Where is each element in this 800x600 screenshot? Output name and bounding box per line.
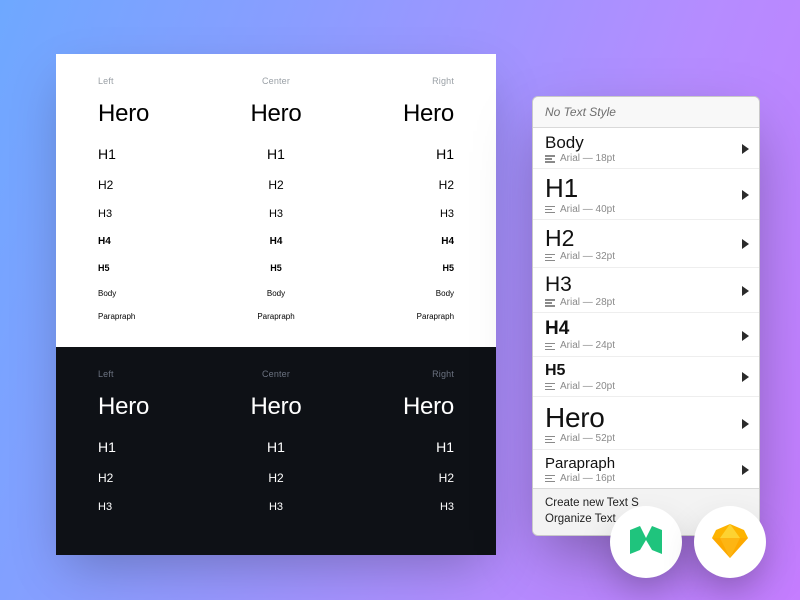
text-style-list: Body Arial — 18pt H1 Arial — 40pt H2 Arial — … (533, 128, 759, 489)
text-style-h4[interactable]: H4 Arial — 24pt (533, 313, 759, 356)
dark-section: Left Hero H1 H2 H3 Center Hero H1 H2 H3 … (56, 347, 496, 555)
sample-h2: H2 (98, 471, 113, 485)
chevron-right-icon (742, 144, 749, 154)
text-style-h2[interactable]: H2 Arial — 32pt (533, 220, 759, 268)
typography-artboard: Left Hero H1 H2 H3 H4 H5 Body Parapraph … (56, 54, 496, 555)
text-style-hero[interactable]: Hero Arial — 52pt (533, 397, 759, 450)
column-center: Center Hero H1 H2 H3 (217, 369, 336, 529)
sample-h3: H3 (269, 208, 283, 220)
column-right: Right Hero H1 H2 H3 (335, 369, 454, 529)
sample-h2: H2 (98, 178, 113, 192)
align-left-icon (545, 436, 555, 444)
sample-h5: H5 (270, 263, 282, 273)
sample-h1: H1 (267, 439, 285, 455)
text-style-panel: No Text Style Body Arial — 18pt H1 Arial — … (532, 96, 760, 536)
sample-body: Body (98, 289, 116, 298)
style-name: H3 (545, 274, 615, 296)
style-meta: Arial — 32pt (545, 252, 615, 263)
medium-icon (626, 520, 666, 565)
medium-badge[interactable] (610, 506, 682, 578)
align-left-icon (545, 206, 555, 214)
sample-hero: Hero (98, 100, 149, 128)
sample-h3: H3 (440, 208, 454, 220)
sample-h1: H1 (436, 439, 454, 455)
column-right: Right Hero H1 H2 H3 H4 H5 Body Parapraph (335, 76, 454, 321)
text-style-para[interactable]: Parapraph Arial — 16pt (533, 450, 759, 489)
style-name: H4 (545, 319, 615, 339)
column-center: Center Hero H1 H2 H3 H4 H5 Body Paraprap… (217, 76, 336, 321)
style-name: Hero (545, 403, 615, 432)
chevron-right-icon (742, 465, 749, 475)
column-label: Right (432, 369, 454, 379)
sample-hero: Hero (403, 100, 454, 128)
chevron-right-icon (742, 190, 749, 200)
chevron-right-icon (742, 331, 749, 341)
column-left: Left Hero H1 H2 H3 (98, 369, 217, 529)
column-label: Center (262, 369, 290, 379)
style-name: H2 (545, 226, 615, 250)
style-name: Parapraph (545, 456, 615, 472)
sample-h1: H1 (267, 146, 285, 162)
style-meta: Arial — 52pt (545, 434, 615, 445)
sample-hero: Hero (98, 393, 149, 421)
align-left-icon (545, 155, 555, 163)
style-name: H5 (545, 363, 615, 380)
sample-hero: Hero (250, 100, 301, 128)
sample-h4: H4 (441, 236, 454, 247)
sample-h2: H2 (439, 471, 454, 485)
sample-hero: Hero (403, 393, 454, 421)
text-style-h3[interactable]: H3 Arial — 28pt (533, 268, 759, 314)
style-name: H1 (545, 175, 615, 202)
align-left-icon (545, 475, 555, 483)
sample-h3: H3 (98, 501, 112, 513)
style-meta: Arial — 20pt (545, 382, 615, 393)
style-meta: Arial — 18pt (545, 154, 615, 165)
column-label: Right (432, 76, 454, 86)
text-style-h5[interactable]: H5 Arial — 20pt (533, 357, 759, 397)
column-label: Center (262, 76, 290, 86)
sample-h5: H5 (443, 263, 455, 273)
text-style-body[interactable]: Body Arial — 18pt (533, 128, 759, 169)
align-left-icon (545, 254, 555, 262)
sketch-icon (710, 520, 750, 565)
sample-h3: H3 (269, 501, 283, 513)
sample-paragraph: Parapraph (257, 312, 294, 321)
column-left: Left Hero H1 H2 H3 H4 H5 Body Parapraph (98, 76, 217, 321)
chevron-right-icon (742, 372, 749, 382)
sample-body: Body (267, 289, 285, 298)
sample-h4: H4 (270, 236, 283, 247)
sample-h2: H2 (439, 178, 454, 192)
sketch-badge[interactable] (694, 506, 766, 578)
align-left-icon (545, 343, 555, 351)
style-name: Body (545, 134, 615, 152)
chevron-right-icon (742, 286, 749, 296)
sample-body: Body (436, 289, 454, 298)
sample-paragraph: Parapraph (417, 312, 454, 321)
sample-h1: H1 (98, 146, 116, 162)
column-label: Left (98, 76, 114, 86)
sample-h5: H5 (98, 263, 110, 273)
sample-paragraph: Parapraph (98, 312, 135, 321)
style-meta: Arial — 40pt (545, 205, 615, 216)
light-section: Left Hero H1 H2 H3 H4 H5 Body Parapraph … (56, 54, 496, 347)
sample-h2: H2 (268, 471, 283, 485)
chevron-right-icon (742, 239, 749, 249)
sample-hero: Hero (250, 393, 301, 421)
sample-h4: H4 (98, 236, 111, 247)
panel-header: No Text Style (533, 97, 759, 128)
sample-h2: H2 (268, 178, 283, 192)
align-left-icon (545, 299, 555, 307)
sample-h3: H3 (98, 208, 112, 220)
text-style-h1[interactable]: H1 Arial — 40pt (533, 169, 759, 220)
chevron-right-icon (742, 419, 749, 429)
style-meta: Arial — 24pt (545, 341, 615, 352)
sample-h1: H1 (98, 439, 116, 455)
style-meta: Arial — 16pt (545, 474, 615, 485)
align-left-icon (545, 383, 555, 391)
sample-h1: H1 (436, 146, 454, 162)
style-meta: Arial — 28pt (545, 298, 615, 309)
column-label: Left (98, 369, 114, 379)
sample-h3: H3 (440, 501, 454, 513)
